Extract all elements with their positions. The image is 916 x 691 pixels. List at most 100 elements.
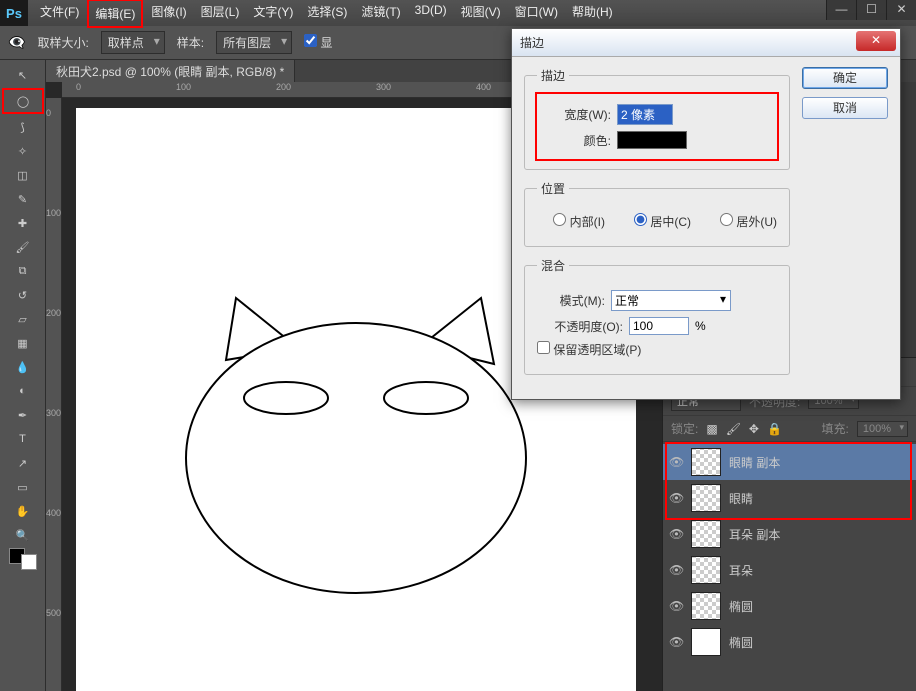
gradient-tool[interactable]: ▦: [9, 332, 37, 354]
wand-tool[interactable]: ✧: [9, 140, 37, 162]
opacity-input[interactable]: [629, 317, 689, 335]
shape-tool[interactable]: ▭: [9, 476, 37, 498]
width-input[interactable]: 2 像素: [617, 104, 673, 125]
layer-row[interactable]: 👁 耳朵 副本: [663, 516, 916, 552]
zoom-tool[interactable]: 🔍: [9, 524, 37, 546]
menu-layer[interactable]: 图层(L): [195, 0, 246, 28]
pos-inner-radio[interactable]: 内部(I): [537, 213, 605, 230]
ruler-tick: 100: [176, 82, 191, 92]
sample-layers-dropdown[interactable]: 所有图层: [216, 31, 292, 54]
blend-fieldset: 混合 模式(M): 正常▾ 不透明度(O): % 保留透明区域(P): [524, 257, 790, 375]
ruler-tick: 400: [476, 82, 491, 92]
stroke-dialog: 描边 ✕ 描边 宽度(W): 2 像素 颜色: 位置: [511, 28, 901, 400]
blend-legend: 混合: [537, 257, 569, 274]
path-tool[interactable]: ↗: [9, 452, 37, 474]
fill-label: 填充:: [822, 420, 849, 437]
main-menu: 文件(F) 编辑(E) 图像(I) 图层(L) 文字(Y) 选择(S) 滤镜(T…: [34, 0, 619, 28]
layer-thumbnail[interactable]: [691, 628, 721, 656]
color-swatches[interactable]: [9, 548, 37, 570]
lock-label: 锁定:: [671, 420, 698, 437]
lock-paint-icon[interactable]: 🖌: [726, 422, 741, 436]
menu-select[interactable]: 选择(S): [301, 0, 353, 28]
blur-tool[interactable]: 💧: [9, 356, 37, 378]
layer-row[interactable]: 👁 耳朵: [663, 552, 916, 588]
menu-3d[interactable]: 3D(D): [409, 0, 453, 28]
ruler-tick: 500: [46, 608, 61, 618]
hand-tool[interactable]: ✋: [9, 500, 37, 522]
menu-type[interactable]: 文字(Y): [247, 0, 299, 28]
stamp-tool[interactable]: ⧉: [9, 260, 37, 282]
visibility-toggle[interactable]: 👁: [669, 599, 683, 613]
color-label: 颜色:: [543, 132, 611, 149]
ruler-tick: 300: [46, 408, 61, 418]
lock-all-icon[interactable]: 🔒: [767, 422, 782, 436]
fill-dropdown[interactable]: 100%: [857, 421, 908, 437]
lock-transparent-icon[interactable]: ▩: [706, 422, 717, 436]
crop-tool[interactable]: ◫: [9, 164, 37, 186]
opacity-unit: %: [695, 319, 706, 333]
app-logo: Ps: [0, 0, 28, 26]
layer-thumbnail[interactable]: [691, 592, 721, 620]
dialog-title: 描边: [520, 34, 544, 51]
tools-panel: ↖ ◯ ⟆ ✧ ◫ ✎ ✚ 🖌 ⧉ ↺ ▱ ▦ 💧 ◐ ✒ T ↗ ▭ ✋ 🔍: [0, 60, 46, 691]
dialog-close-button[interactable]: ✕: [856, 31, 896, 51]
layer-name[interactable]: 耳朵 副本: [729, 526, 780, 543]
layer-row[interactable]: 👁 椭圆: [663, 588, 916, 624]
dialog-titlebar[interactable]: 描边 ✕: [512, 29, 900, 57]
pen-tool[interactable]: ✒: [9, 404, 37, 426]
heal-tool[interactable]: ✚: [9, 212, 37, 234]
lasso-tool[interactable]: ⟆: [9, 116, 37, 138]
visibility-toggle[interactable]: 👁: [669, 527, 683, 541]
marquee-tool[interactable]: ◯: [2, 88, 44, 114]
move-tool[interactable]: ↖: [9, 64, 37, 86]
layer-row[interactable]: 👁 椭圆: [663, 624, 916, 660]
menu-window[interactable]: 窗口(W): [509, 0, 564, 28]
menu-view[interactable]: 视图(V): [455, 0, 507, 28]
width-label: 宽度(W):: [543, 106, 611, 123]
show-checkbox[interactable]: 显: [304, 34, 332, 51]
visibility-toggle[interactable]: 👁: [669, 563, 683, 577]
document-tab[interactable]: 秋田犬2.psd @ 100% (眼睛 副本, RGB/8) *: [46, 60, 295, 83]
blend-mode-select[interactable]: 正常▾: [611, 290, 731, 311]
window-controls: — ☐ ✕: [826, 0, 916, 20]
sample-size-dropdown[interactable]: 取样点: [101, 31, 165, 54]
layer-name[interactable]: 椭圆: [729, 634, 753, 651]
eyedropper-icon: 👁‍🗨: [8, 34, 25, 51]
maximize-button[interactable]: ☐: [856, 0, 886, 20]
menu-filter[interactable]: 滤镜(T): [355, 0, 406, 28]
ruler-tick: 200: [46, 308, 61, 318]
eraser-tool[interactable]: ▱: [9, 308, 37, 330]
menu-edit[interactable]: 编辑(E): [87, 0, 143, 28]
menu-image[interactable]: 图像(I): [145, 0, 192, 28]
brush-tool[interactable]: 🖌: [9, 236, 37, 258]
pos-outer-radio[interactable]: 居外(U): [709, 213, 777, 230]
dodge-tool[interactable]: ◐: [9, 380, 37, 402]
history-brush-tool[interactable]: ↺: [9, 284, 37, 306]
layer-thumbnail[interactable]: [691, 448, 721, 476]
layer-name[interactable]: 耳朵: [729, 562, 753, 579]
color-swatch[interactable]: [617, 131, 687, 149]
preserve-checkbox[interactable]: 保留透明区域(P): [537, 341, 641, 358]
close-button[interactable]: ✕: [886, 0, 916, 20]
cancel-button[interactable]: 取消: [802, 97, 888, 119]
layer-thumbnail[interactable]: [691, 484, 721, 512]
layer-name[interactable]: 椭圆: [729, 598, 753, 615]
visibility-toggle[interactable]: 👁: [669, 635, 683, 649]
background-color[interactable]: [21, 554, 37, 570]
ok-button[interactable]: 确定: [802, 67, 888, 89]
position-legend: 位置: [537, 180, 569, 197]
menu-file[interactable]: 文件(F): [34, 0, 85, 28]
ruler-tick: 400: [46, 508, 61, 518]
menu-help[interactable]: 帮助(H): [566, 0, 619, 28]
minimize-button[interactable]: —: [826, 0, 856, 20]
layer-thumbnail[interactable]: [691, 520, 721, 548]
layer-thumbnail[interactable]: [691, 556, 721, 584]
lock-move-icon[interactable]: ✥: [749, 422, 759, 436]
titlebar: Ps 文件(F) 编辑(E) 图像(I) 图层(L) 文字(Y) 选择(S) 滤…: [0, 0, 916, 26]
eyedropper-tool[interactable]: ✎: [9, 188, 37, 210]
blend-mode-label: 模式(M):: [537, 292, 605, 309]
position-fieldset: 位置 内部(I) 居中(C) 居外(U): [524, 180, 790, 247]
layer-lock-row: 锁定: ▩ 🖌 ✥ 🔒 填充: 100%: [663, 416, 916, 442]
type-tool[interactable]: T: [9, 428, 37, 450]
pos-center-radio[interactable]: 居中(C): [623, 213, 691, 230]
